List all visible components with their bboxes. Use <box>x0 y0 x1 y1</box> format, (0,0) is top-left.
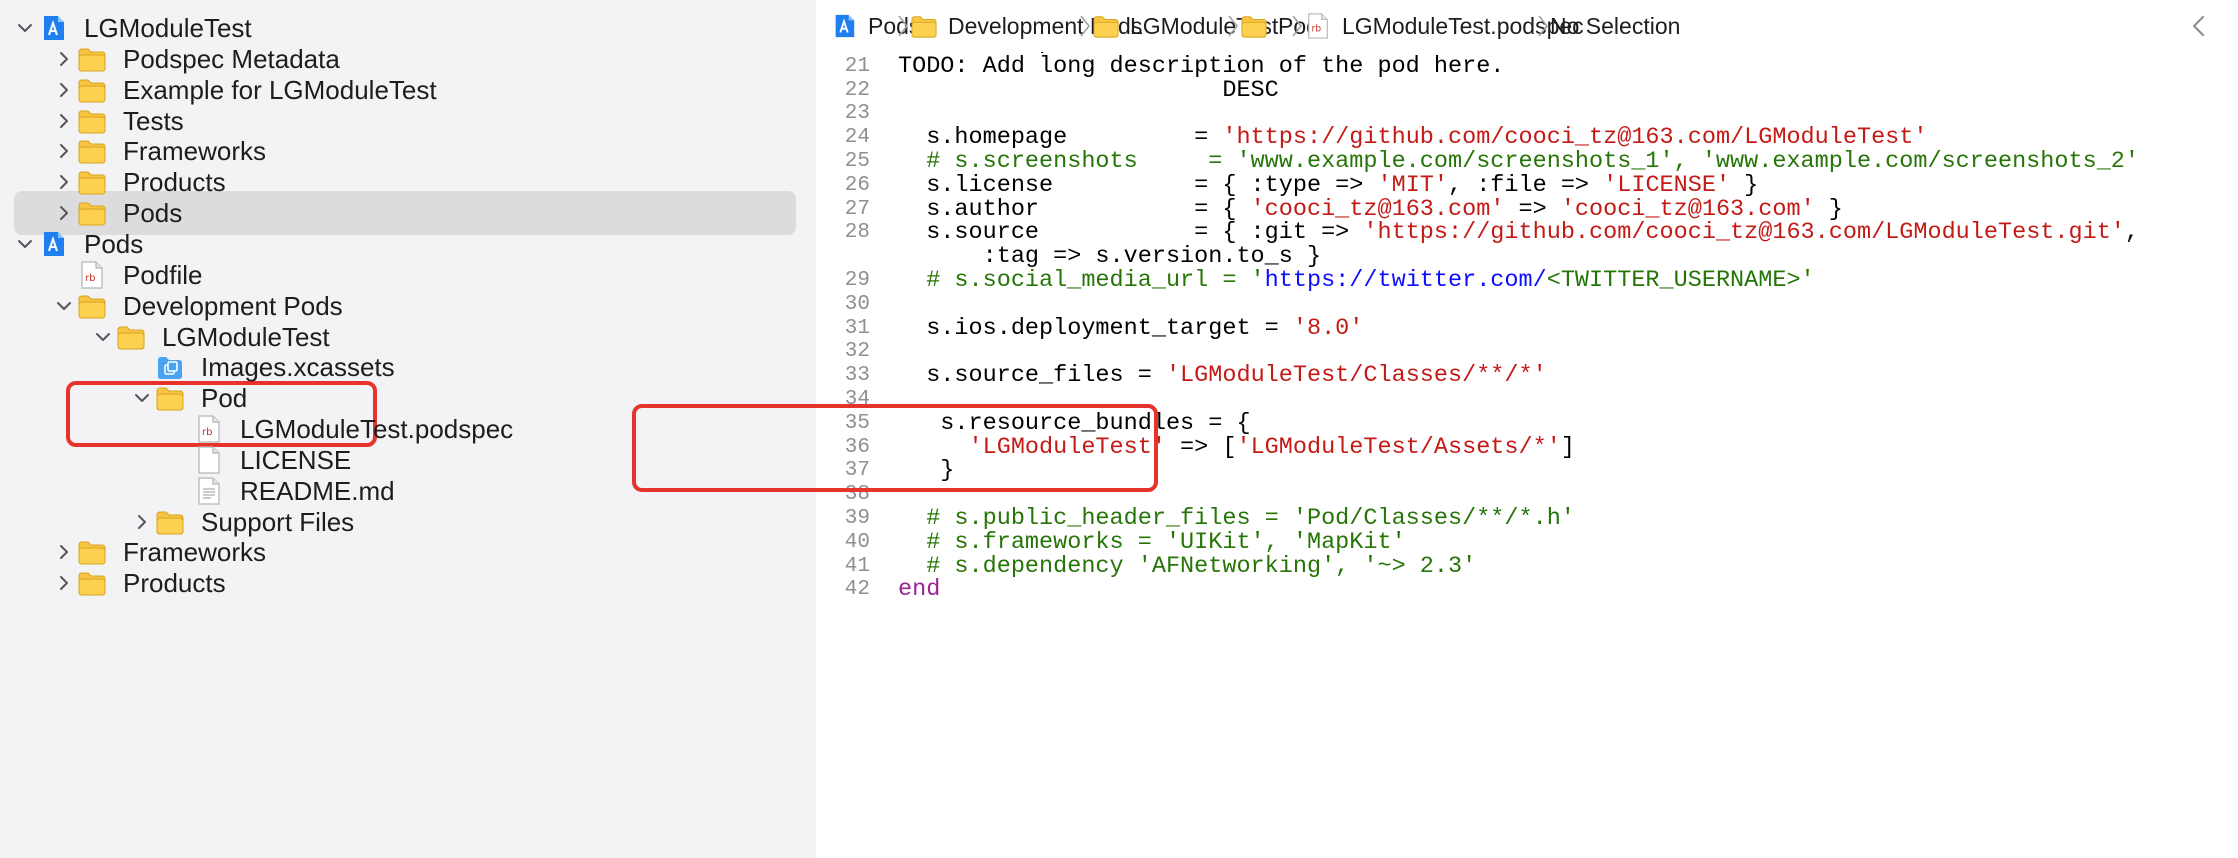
folder-icon <box>77 168 107 196</box>
chevron-right-icon[interactable] <box>48 135 80 167</box>
jumpbar-crumb-label: No Selection <box>1550 12 1681 39</box>
folder-icon <box>910 13 938 39</box>
asset-catalog-icon <box>155 353 185 381</box>
ruby-file-icon: rb <box>194 415 224 443</box>
folder-icon <box>77 137 107 165</box>
chevron-right-icon[interactable] <box>48 105 80 137</box>
chevron-separator-icon <box>1536 14 1550 38</box>
navigator-row-label: Products <box>123 568 226 599</box>
chevron-down-icon[interactable] <box>9 228 41 260</box>
line-number: 42 <box>844 578 870 602</box>
chevron-down-icon[interactable] <box>126 382 158 414</box>
project-navigator: LGModuleTest Podspec Metadata Example for … <box>0 0 816 858</box>
folder-icon <box>77 76 107 104</box>
chevron-left-icon[interactable] <box>2186 12 2212 40</box>
chevron-separator-icon <box>1226 14 1240 38</box>
chevron-right-icon[interactable] <box>48 197 80 229</box>
xcode-project-icon <box>38 14 68 42</box>
chevron-separator-icon <box>1290 14 1304 38</box>
code-line[interactable]: 42 end <box>816 573 2238 607</box>
jump-bar: Pods Development Pods LGModuleTest Pod rb LGM… <box>816 0 2238 53</box>
chevron-right-icon[interactable] <box>48 74 80 106</box>
ruby-file-icon: rb <box>77 261 107 289</box>
folder-icon <box>77 569 107 597</box>
chevron-separator-icon <box>896 14 910 38</box>
xcode-project-icon <box>38 230 68 258</box>
chevron-down-icon[interactable] <box>9 12 41 44</box>
chevron-right-icon[interactable] <box>48 43 80 75</box>
folder-icon <box>77 292 107 320</box>
jumpbar-crumb-no-selection[interactable]: No Selection <box>1550 0 1680 52</box>
svg-text:rb: rb <box>1312 24 1322 35</box>
folder-icon <box>116 323 146 351</box>
code-text: end <box>898 573 940 607</box>
source-editor[interactable]: 20 s.description = <<-DESC21TODO: Add lo… <box>816 52 2238 858</box>
folder-icon <box>77 538 107 566</box>
chevron-down-icon[interactable] <box>48 290 80 322</box>
svg-text:rb: rb <box>202 427 212 438</box>
chevron-right-icon[interactable] <box>48 536 80 568</box>
chevron-right-icon[interactable] <box>48 567 80 599</box>
folder-icon <box>155 384 185 412</box>
ruby-file-icon: rb <box>1304 13 1332 39</box>
plain-file-icon <box>194 446 224 474</box>
folder-icon <box>77 45 107 73</box>
xcode-project-icon <box>830 13 858 39</box>
folder-icon <box>1240 13 1268 39</box>
code-token-kw: end <box>898 576 941 604</box>
navigator-row-products[interactable]: Products <box>0 561 816 605</box>
chevron-right-icon[interactable] <box>48 166 80 198</box>
chevron-down-icon[interactable] <box>87 321 119 353</box>
folder-icon <box>1092 13 1120 39</box>
folder-icon <box>77 107 107 135</box>
chevron-separator-icon <box>1078 14 1092 38</box>
svg-text:rb: rb <box>85 273 95 284</box>
